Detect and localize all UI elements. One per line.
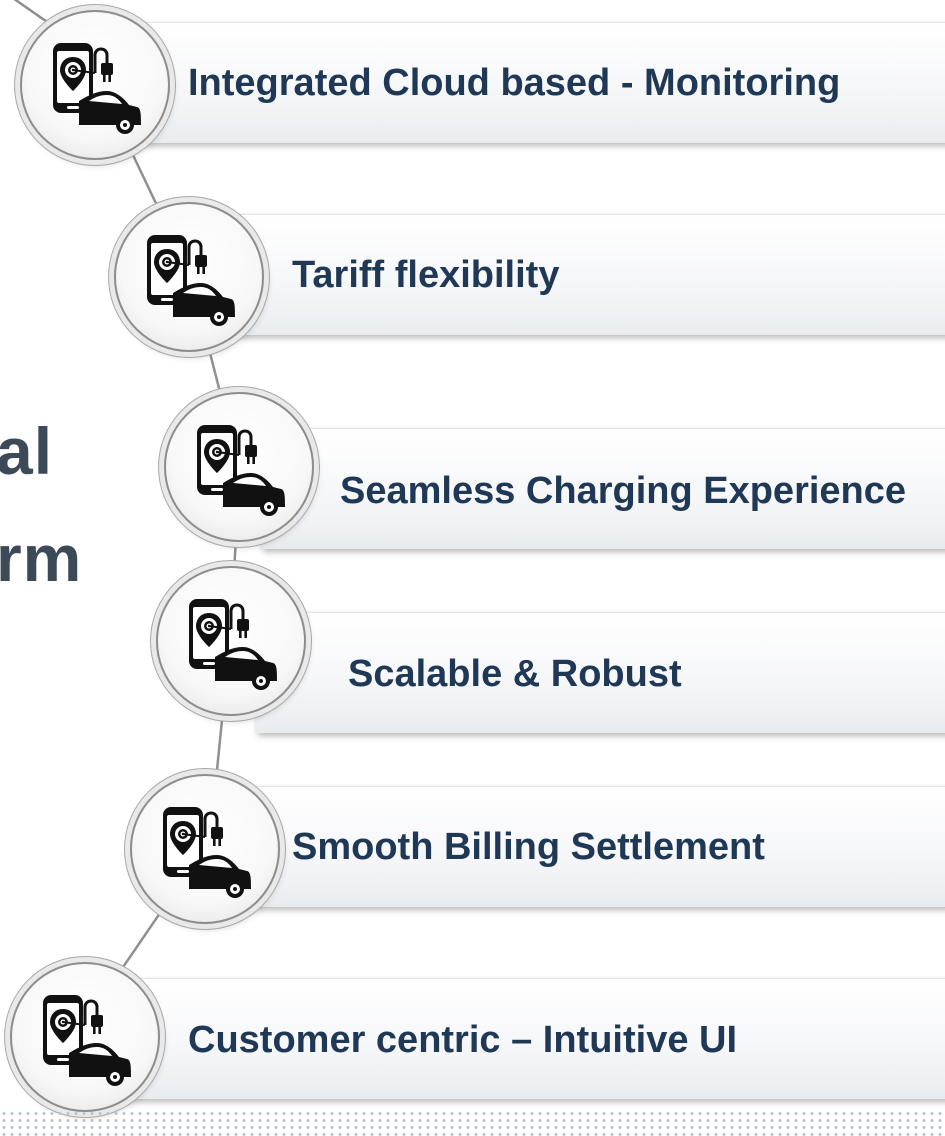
ev-charging-icon	[195, 423, 287, 517]
feature-badge-scalable-robust	[156, 566, 306, 716]
feature-label-billing-settlement: Smooth Billing Settlement	[292, 826, 765, 868]
ev-charging-icon	[161, 805, 253, 899]
feature-label-seamless-charging: Seamless Charging Experience	[340, 470, 907, 512]
feature-label-tariff-flexibility: Tariff flexibility	[292, 254, 560, 296]
ev-charging-icon	[145, 233, 237, 327]
feature-badge-customer-centric	[10, 962, 160, 1112]
ev-charging-icon	[41, 993, 133, 1087]
dotted-footer-pattern	[0, 1110, 945, 1136]
feature-label-cloud-monitoring: Integrated Cloud based - Monitoring	[188, 62, 841, 104]
side-text-line-1: al	[0, 414, 54, 488]
feature-badge-billing-settlement	[130, 774, 280, 924]
ev-charging-icon	[51, 41, 143, 135]
side-text-line-2: rm	[0, 521, 83, 595]
feature-badge-cloud-monitoring	[20, 10, 170, 160]
ev-charging-icon	[187, 597, 279, 691]
feature-label-scalable-robust: Scalable & Robust	[348, 653, 682, 695]
feature-badge-seamless-charging	[164, 392, 314, 542]
feature-badge-tariff-flexibility	[114, 202, 264, 352]
connector-line	[13, 0, 242, 1101]
feature-label-customer-centric: Customer centric – Intuitive UI	[188, 1019, 738, 1061]
